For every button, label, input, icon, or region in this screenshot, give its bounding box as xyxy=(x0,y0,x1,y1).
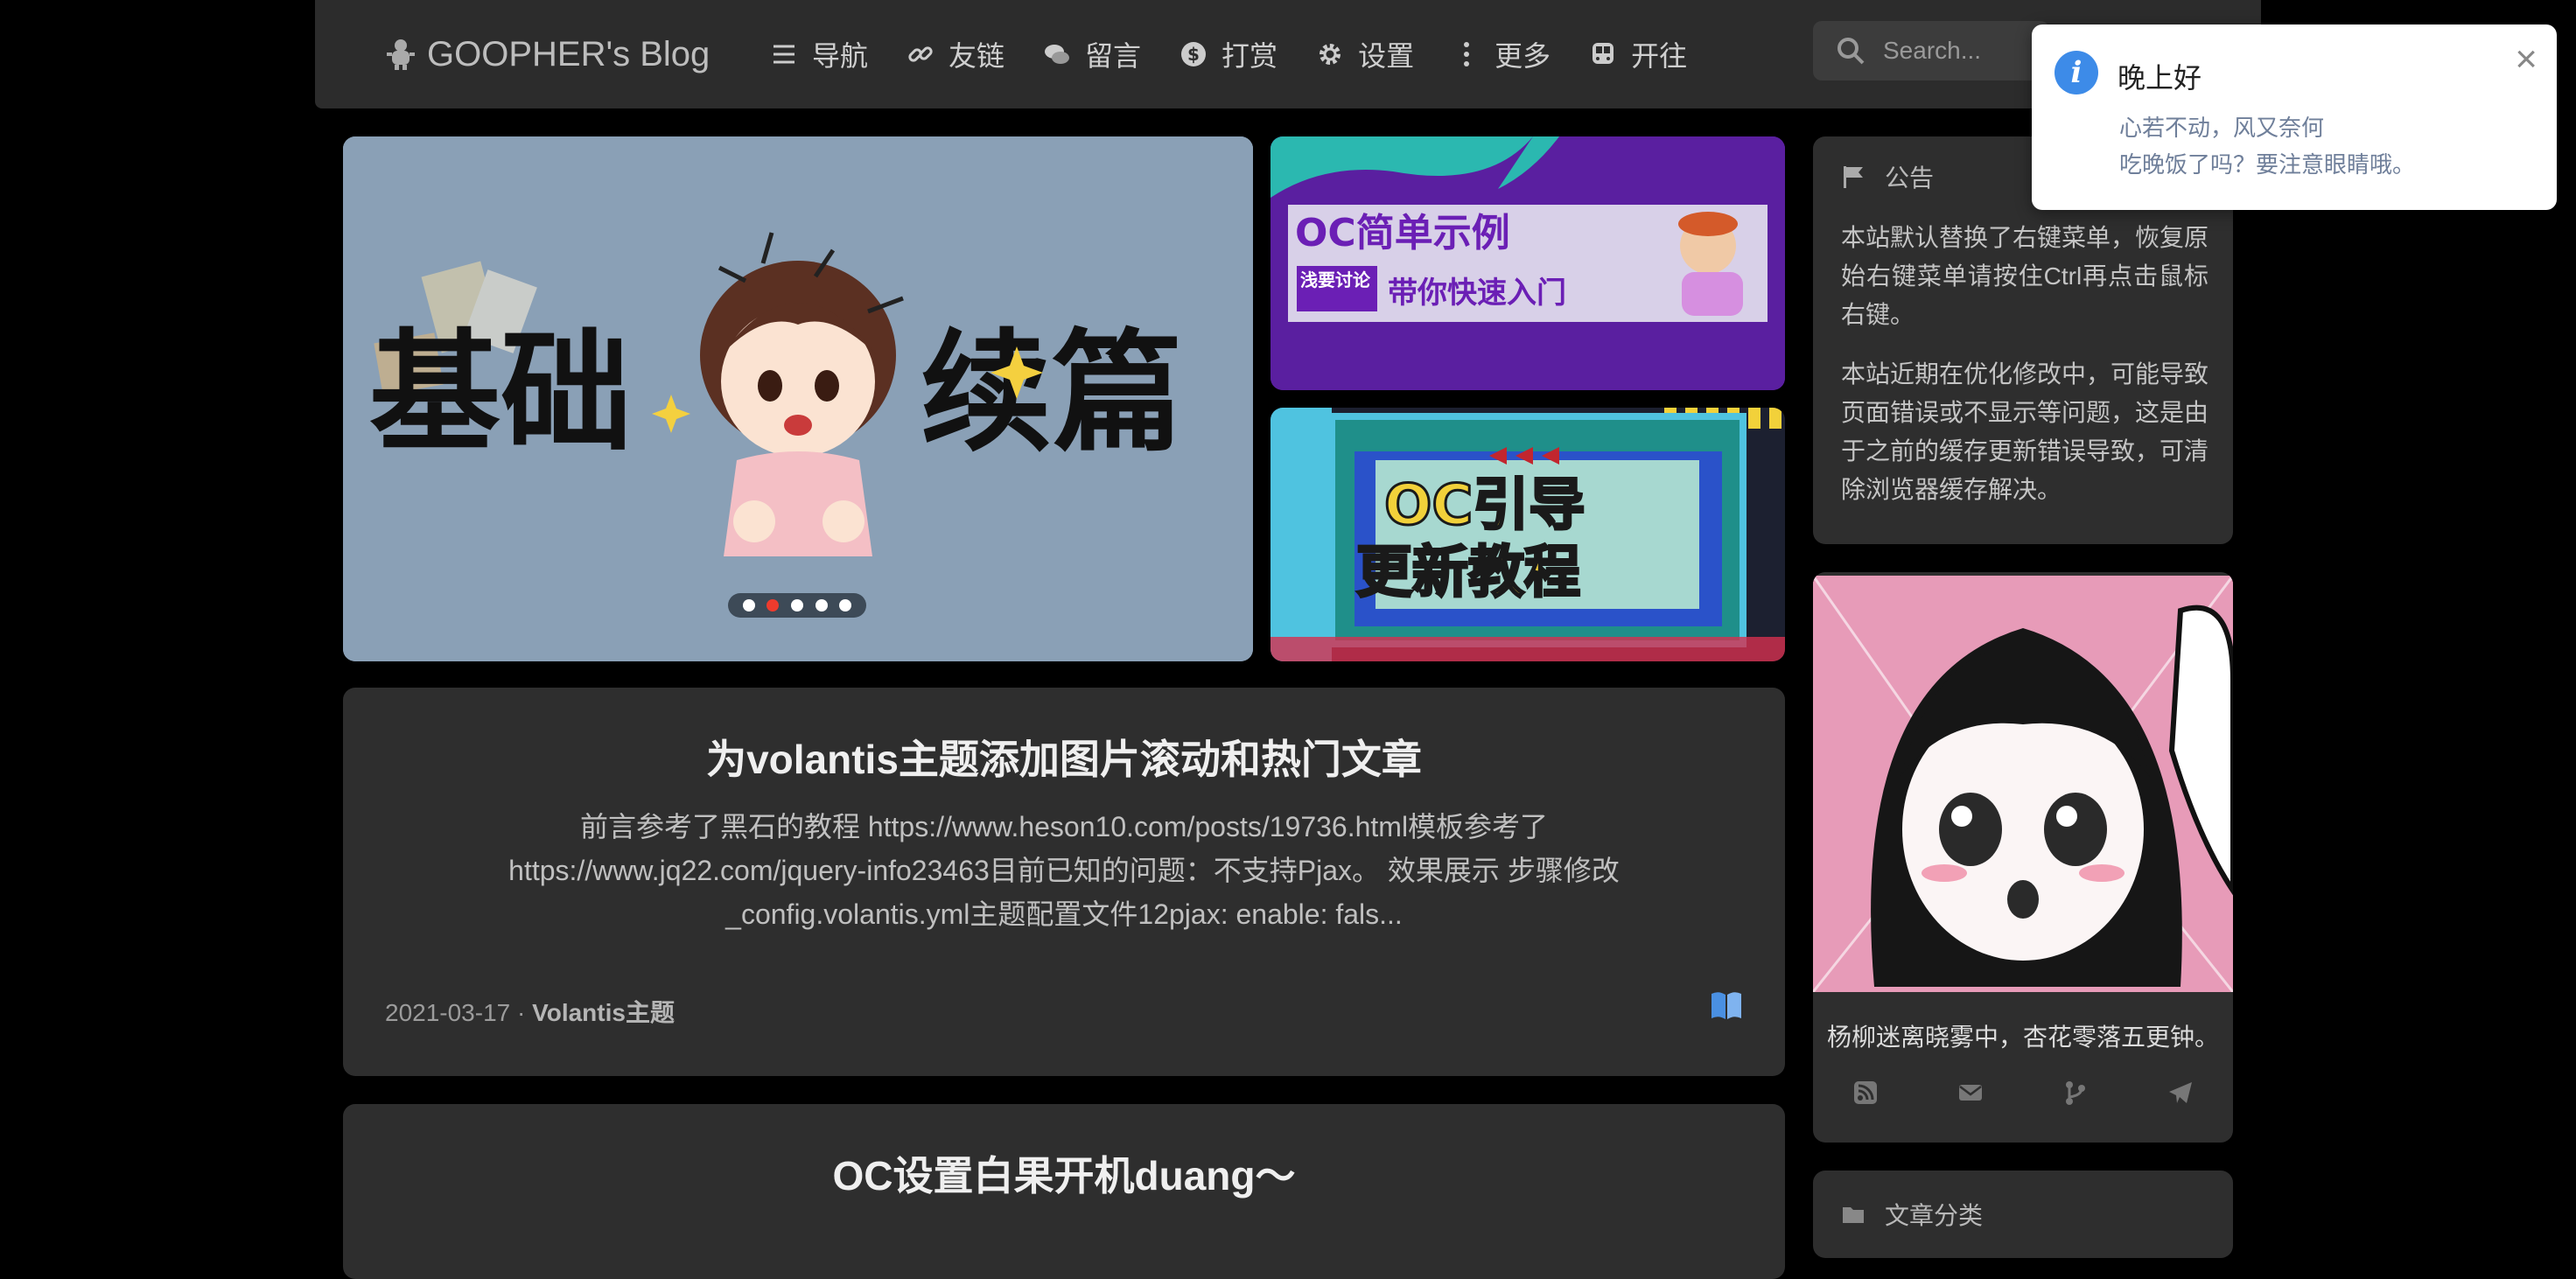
search-input[interactable] xyxy=(1881,36,2034,66)
thumb-line2a: 浅要讨论 xyxy=(1300,269,1371,290)
thumb-line2b: 带你快速入门 xyxy=(1388,276,1566,311)
nav-label: 导航 xyxy=(812,40,869,72)
nav-item-travel[interactable]: 开往 xyxy=(1589,34,1687,74)
post-card[interactable]: 为volantis主题添加图片滚动和热门文章 前言参考了黑石的教程 https:… xyxy=(343,688,1785,1076)
git-branch-icon[interactable] xyxy=(2062,1080,2089,1106)
nav-label: 打赏 xyxy=(1222,40,1278,72)
featured-slider[interactable]: 基础 续篇 xyxy=(343,136,1253,661)
slider-dot-active[interactable] xyxy=(766,599,780,612)
nav-item-more[interactable]: 更多 xyxy=(1452,34,1550,74)
svg-text:$: $ xyxy=(1187,44,1200,65)
hot-article-thumb[interactable]: OC简单示例 浅要讨论 带你快速入门 xyxy=(1270,136,1785,390)
brand-link[interactable]: GOOPHER's Blog xyxy=(383,26,710,82)
post-title[interactable]: OC设置白果开机duang～ xyxy=(343,1144,1785,1202)
comments-icon xyxy=(1045,45,1070,64)
list-icon xyxy=(774,45,794,64)
link-icon xyxy=(908,46,933,62)
nav-menu: 导航 友链 留言 $ 打赏 设置 更多 开往 xyxy=(770,26,1726,82)
train-icon xyxy=(1592,43,1614,64)
thumb-line1: OC引导 xyxy=(1384,473,1585,538)
nav-item-donate[interactable]: $ 打赏 xyxy=(1180,34,1278,74)
hot-article-thumb[interactable]: OC引导 更新教程 xyxy=(1270,408,1785,661)
thumb-line2: 更新教程 xyxy=(1356,541,1580,605)
categories-title: 文章分类 xyxy=(1885,1202,1984,1229)
dollar-icon: $ xyxy=(1181,42,1207,66)
nav-item-guide[interactable]: 导航 xyxy=(770,34,868,74)
slider-text-left: 基础 xyxy=(369,318,632,470)
post-card[interactable]: OC设置白果开机duang～ xyxy=(343,1104,1785,1279)
slider-pagination xyxy=(728,593,866,618)
nav-label: 更多 xyxy=(1494,40,1551,72)
top-navbar: GOOPHER's Blog 导航 友链 留言 $ 打赏 设置 更多 开往 xyxy=(315,0,2261,108)
gopher-logo-icon xyxy=(387,39,415,70)
post-title[interactable]: 为volantis主题添加图片滚动和热门文章 xyxy=(343,728,1785,786)
ellipsis-vertical-icon xyxy=(1464,42,1470,66)
greeting-toast: i 晚上好 × 心若不动，风又奈何 吃晚饭了吗？要注意眼睛哦。 xyxy=(2032,24,2557,210)
nav-label: 设置 xyxy=(1358,40,1415,72)
profile-banner-image xyxy=(1813,576,2233,992)
flag-icon xyxy=(1844,166,1863,188)
search-box[interactable] xyxy=(1813,21,2049,80)
post-category[interactable]: Volantis主题 xyxy=(532,999,675,1026)
categories-widget: 文章分类 xyxy=(1813,1171,2233,1258)
toast-title: 晚上好 xyxy=(2118,62,2202,94)
nav-item-friends[interactable]: 友链 xyxy=(906,34,1004,74)
thumb-image-oc-guide: OC引导 更新教程 xyxy=(1270,408,1785,661)
categories-header: 文章分类 xyxy=(1841,1197,1983,1232)
nav-item-guestbook[interactable]: 留言 xyxy=(1043,34,1141,74)
announcement-paragraph: 本站近期在优化修改中，可能导致页面错误或不显示等问题，这是由于之前的缓存更新错误… xyxy=(1841,360,2209,503)
thumb-image-oc-example: OC简单示例 浅要讨论 带你快速入门 xyxy=(1270,136,1785,390)
nav-item-settings[interactable]: 设置 xyxy=(1316,34,1414,74)
announcement-header: 公告 xyxy=(1841,159,1934,194)
slider-text-right: 续篇 xyxy=(920,318,1183,470)
search-icon xyxy=(1838,38,1865,65)
social-links xyxy=(1813,1080,2233,1106)
nav-label: 友链 xyxy=(948,40,1005,72)
folder-icon xyxy=(1843,1207,1864,1223)
telegram-icon[interactable] xyxy=(2167,1080,2194,1106)
slider-dot[interactable] xyxy=(839,599,852,612)
email-icon[interactable] xyxy=(1957,1080,1984,1106)
slider-dot[interactable] xyxy=(815,599,828,612)
slider-banner-image: 基础 续篇 xyxy=(343,136,1253,661)
slider-dot[interactable] xyxy=(742,599,755,612)
book-open-icon xyxy=(1712,992,1741,1019)
post-meta: 2021-03-17 · Volantis主题 xyxy=(385,999,675,1026)
anime-girl-illustration xyxy=(1813,576,2233,992)
close-icon[interactable]: × xyxy=(2515,40,2538,79)
profile-widget: 杨柳迷离晓雾中，杏花零落五更钟。 xyxy=(1813,572,2233,1143)
slider-dot[interactable] xyxy=(790,599,803,612)
gear-icon xyxy=(1320,44,1341,65)
announcement-paragraph: 本站默认替换了右键菜单，恢复原始右键菜单请按住Ctrl再点击鼠标右键。 xyxy=(1841,224,2209,328)
announcement-title: 公告 xyxy=(1885,164,1935,192)
toast-message-line: 吃晚饭了吗？要注意眼睛哦。 xyxy=(2119,151,2416,178)
nav-label: 开往 xyxy=(1631,40,1688,72)
info-icon: i xyxy=(2054,51,2098,94)
rss-icon[interactable] xyxy=(1852,1080,1879,1106)
toast-message-line: 心若不动，风又奈何 xyxy=(2119,115,2325,141)
post-excerpt: 前言参考了黑石的教程 https://www.heson10.com/posts… xyxy=(508,811,1620,930)
brand-name: GOOPHER's Blog xyxy=(427,34,710,73)
nav-label: 留言 xyxy=(1085,40,1142,72)
post-date: 2021-03-17 xyxy=(385,999,511,1026)
thumb-line1: OC简单示例 xyxy=(1295,211,1510,255)
profile-quote: 杨柳迷离晓雾中，杏花零落五更钟。 xyxy=(1826,1024,2219,1051)
